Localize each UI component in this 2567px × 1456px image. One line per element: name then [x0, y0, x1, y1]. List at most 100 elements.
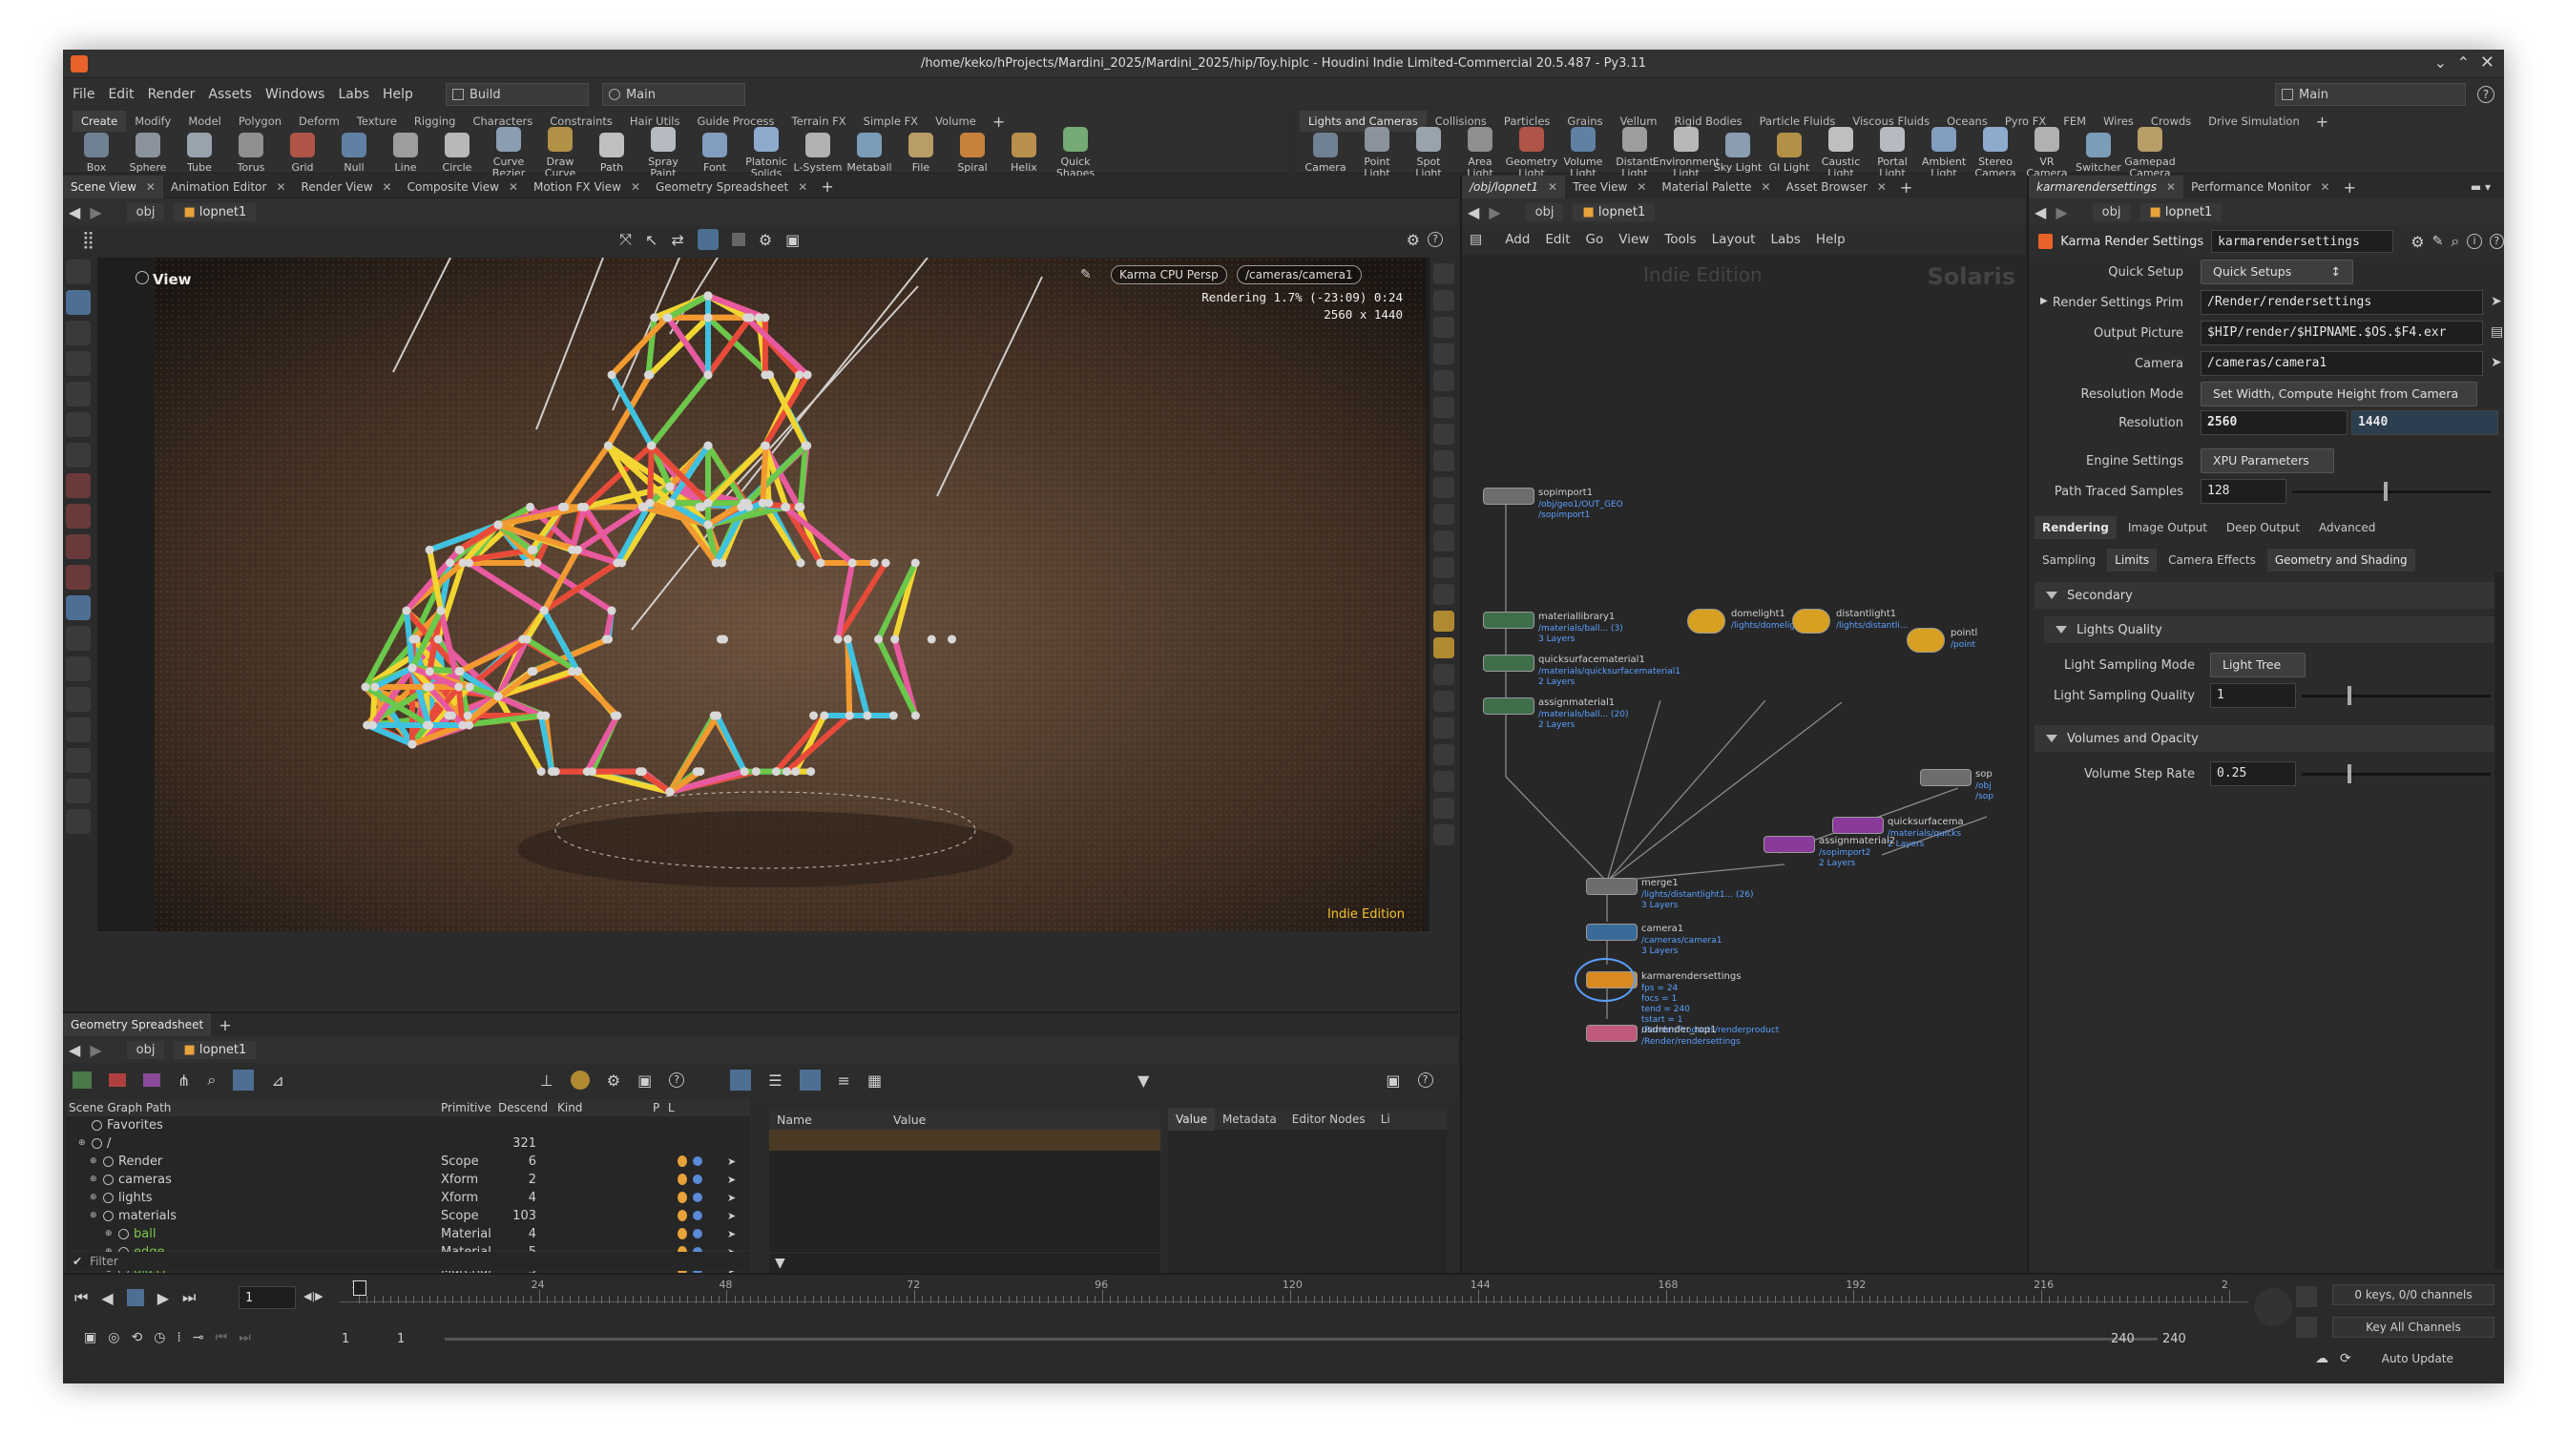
volume-step-rate-slider[interactable]	[2302, 764, 2491, 783]
rows-icon[interactable]: ≡	[838, 1071, 850, 1090]
add-tab-icon[interactable]: +	[2344, 178, 2356, 197]
light-node-icon[interactable]	[1907, 628, 1945, 653]
node-distantlight1[interactable]: distantlight1/lights/distantli...	[1792, 609, 1908, 634]
shelf-tab-simple-fx[interactable]: Simple FX	[855, 111, 927, 132]
view-tool-10-icon[interactable]	[1433, 530, 1454, 551]
path-lopnet[interactable]: ■ lopnet1	[174, 1040, 257, 1059]
close-tab-icon[interactable]: ✕	[2321, 176, 2330, 198]
view-tool-2-icon[interactable]	[1433, 317, 1454, 338]
expand-icon[interactable]: ⊕	[105, 1225, 113, 1243]
eye-icon[interactable]	[693, 1175, 702, 1184]
node-camera1[interactable]: camera1/cameras/camera1 3 Layers	[1586, 924, 1722, 956]
shelf-tab-deform[interactable]: Deform	[290, 111, 348, 132]
tool-line[interactable]: Line	[380, 132, 431, 174]
add-shelf-icon[interactable]: +	[992, 113, 1005, 131]
menu-edit[interactable]: Edit	[108, 87, 134, 102]
path-traced-samples-field[interactable]: 128	[2201, 479, 2286, 504]
scene-graph-icon[interactable]	[73, 1071, 92, 1089]
shelf-tab-modify[interactable]: Modify	[126, 111, 179, 132]
back-icon[interactable]: ◀	[69, 203, 80, 221]
table-row[interactable]: Favorites	[67, 1116, 750, 1134]
shelf-tab-create[interactable]: Create	[73, 111, 127, 132]
jump-end-icon[interactable]: ⏭	[182, 1288, 196, 1307]
add-tab-icon[interactable]: +	[821, 177, 833, 196]
table-icon[interactable]: ▦	[867, 1071, 882, 1090]
render-toggle-icon[interactable]	[697, 229, 719, 250]
net-menu-add[interactable]: Add	[1505, 232, 1530, 247]
tab-geometry-spreadsheet[interactable]: Geometry Spreadsheet	[63, 1013, 212, 1036]
tab-animation-editor[interactable]: Animation Editor ✕	[163, 176, 294, 198]
minimize-icon[interactable]: ⌄	[2434, 53, 2447, 72]
node-box-icon[interactable]	[1483, 612, 1534, 629]
light-icon[interactable]	[570, 1071, 590, 1090]
close-tab-icon[interactable]: ✕	[1877, 176, 1887, 198]
path-traced-samples-slider[interactable]	[2292, 482, 2491, 501]
net-menu-labs[interactable]: Labs	[1770, 232, 1800, 247]
net-menu-edit[interactable]: Edit	[1545, 232, 1570, 247]
range-end-field[interactable]: 240	[2111, 1332, 2135, 1346]
tool-spray-paint[interactable]: Spray Paint	[637, 126, 689, 179]
render-region-icon[interactable]	[66, 626, 91, 651]
refresh-icon[interactable]: ⟳	[2340, 1351, 2351, 1366]
light-node-icon[interactable]	[1792, 609, 1830, 634]
display-options-icon[interactable]: ▣	[785, 231, 800, 249]
camera-field[interactable]: /cameras/camera1	[2201, 351, 2483, 376]
view-handle-icon[interactable]	[66, 321, 91, 345]
forward-icon[interactable]: ▶	[90, 203, 101, 221]
close-tab-icon[interactable]: ✕	[1548, 176, 1557, 198]
volume-icon[interactable]	[66, 779, 91, 803]
menu-labs[interactable]: Labs	[338, 87, 369, 102]
forward-icon[interactable]: ▶	[1489, 203, 1500, 221]
node-box-icon[interactable]	[1483, 488, 1534, 505]
col-descend[interactable]: Descend	[498, 1101, 548, 1114]
view-tool-0-icon[interactable]	[1433, 263, 1454, 284]
list-view-icon[interactable]	[730, 1070, 752, 1091]
tool-point-light[interactable]: Point Light	[1351, 126, 1403, 179]
path-obj[interactable]: obj	[126, 1040, 165, 1059]
auto-update-menu[interactable]: Auto Update	[2382, 1352, 2453, 1365]
menu-windows[interactable]: Windows	[265, 87, 325, 102]
add-tab-icon[interactable]: +	[1900, 178, 1912, 197]
view-tool-13-icon[interactable]	[1433, 611, 1454, 632]
search-icon[interactable]: ⌕	[2451, 232, 2459, 251]
shelf-tab-model[interactable]: Model	[179, 111, 230, 132]
view-tool-3-icon[interactable]	[1433, 343, 1454, 364]
node-box-icon[interactable]	[1586, 1025, 1638, 1042]
node-name-field[interactable]: karmarendersettings	[2211, 230, 2394, 253]
menu-help[interactable]: Help	[383, 87, 413, 102]
col-kind[interactable]: Kind	[557, 1101, 582, 1114]
tool-geometry-light[interactable]: Geometry Light	[1506, 126, 1557, 179]
table-row[interactable]: materials ⊕ Scope 103 ➤	[67, 1207, 750, 1225]
select-prim-icon[interactable]: ➤	[2491, 294, 2502, 309]
camera-view-icon[interactable]	[66, 595, 91, 620]
tool-environment-light[interactable]: Environment Light	[1653, 126, 1720, 179]
tool-camera[interactable]: Camera	[1300, 132, 1351, 174]
tab-image-output[interactable]: Image Output	[2120, 516, 2215, 539]
current-frame-field[interactable]: 1	[239, 1286, 296, 1309]
view-tool-14-icon[interactable]	[1433, 637, 1454, 658]
tool-circle[interactable]: Circle	[431, 132, 483, 174]
col-name[interactable]: Name	[777, 1113, 812, 1127]
key-all-channels-button[interactable]: Key All Channels	[2332, 1317, 2494, 1338]
select-arrow-icon[interactable]: ➤	[727, 1225, 736, 1243]
visibility-icon[interactable]	[678, 1210, 687, 1221]
camera-swap-icon[interactable]: ⇄	[671, 231, 683, 249]
tool-platonic-solids[interactable]: Platonic Solids	[741, 126, 792, 179]
help-icon[interactable]: ?	[669, 1072, 685, 1088]
tab-asset-browser[interactable]: Asset Browser ✕	[1779, 176, 1894, 198]
tool-volume-light[interactable]: Volume Light	[1557, 126, 1609, 179]
section-lights-quality[interactable]: Lights Quality	[2044, 616, 2498, 643]
pose-icon[interactable]	[66, 351, 91, 376]
select-arrow-icon[interactable]: ➤	[727, 1207, 736, 1225]
eye-icon[interactable]	[693, 1193, 702, 1202]
node-assignmaterial1[interactable]: assignmaterial1/materials/ball... (20) 2…	[1483, 697, 1628, 730]
expand-icon[interactable]: ⊕	[90, 1207, 97, 1225]
gear-icon[interactable]: ⚙	[2410, 233, 2424, 251]
menu-render[interactable]: Render	[148, 87, 196, 102]
camera-icon[interactable]: ▣	[637, 1071, 652, 1090]
range-end2-field[interactable]: 240	[2162, 1332, 2186, 1346]
close-tab-icon[interactable]: ✕	[383, 176, 392, 198]
select-arrow-icon[interactable]: ➤	[727, 1171, 736, 1189]
path-obj[interactable]: obj	[1525, 202, 1564, 221]
network-canvas[interactable]: Indie Edition Solaris sopimport1/obj/geo…	[1462, 254, 2027, 1273]
